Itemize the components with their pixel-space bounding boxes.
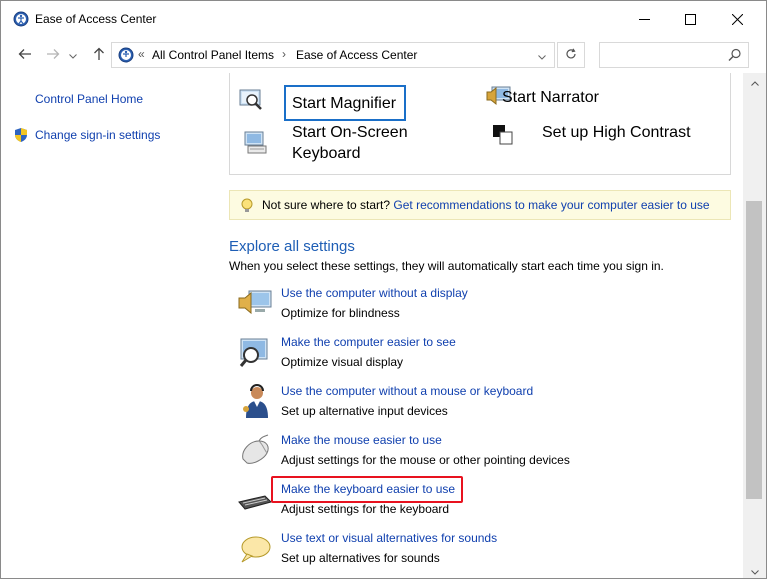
- recent-locations-button[interactable]: [65, 44, 81, 66]
- person-headset-icon: [237, 384, 273, 420]
- explore-all-settings-heading: Explore all settings: [229, 238, 355, 255]
- get-recommendations-link[interactable]: Get recommendations to make your compute…: [393, 198, 709, 212]
- change-sign-in-settings-link[interactable]: Change sign-in settings: [35, 128, 160, 142]
- title-bar: Ease of Access Center: [1, 1, 766, 37]
- minimize-button[interactable]: [621, 1, 667, 37]
- ease-of-access-icon: [13, 11, 29, 27]
- explore-description: When you select these settings, they wil…: [229, 259, 664, 273]
- refresh-icon: [565, 47, 577, 63]
- scroll-thumb[interactable]: [746, 201, 762, 499]
- magnifier-icon: [238, 87, 264, 113]
- breadcrumb-ease-of-access-center[interactable]: Ease of Access Center: [296, 48, 417, 62]
- setting-description: Adjust settings for the mouse or other p…: [281, 453, 570, 467]
- setting-easier-to-see: Make the computer easier to see Optimize…: [233, 333, 733, 377]
- setting-description: Set up alternative input devices: [281, 404, 448, 418]
- address-bar[interactable]: « All Control Panel Items › Ease of Acce…: [111, 42, 555, 68]
- back-arrow-icon: [18, 48, 32, 63]
- maximize-icon: [684, 13, 696, 25]
- address-dropdown-button[interactable]: [534, 48, 550, 64]
- high-contrast-icon: [492, 124, 514, 146]
- start-magnifier-label: Start Magnifier: [292, 95, 397, 112]
- refresh-button[interactable]: [557, 42, 585, 68]
- setting-description: Optimize visual display: [281, 355, 404, 369]
- minimize-icon: [638, 14, 650, 25]
- monitor-magnify-icon: [237, 335, 273, 371]
- forward-button[interactable]: [41, 44, 65, 66]
- set-up-high-contrast-link[interactable]: Set up High Contrast: [542, 122, 691, 143]
- setting-description: Optimize for blindness: [281, 306, 400, 320]
- chevron-down-icon: [538, 49, 546, 63]
- caret-up-icon: [750, 75, 759, 89]
- vertical-scrollbar[interactable]: [743, 73, 766, 578]
- control-panel-icon: [118, 47, 134, 63]
- caret-down-icon: [750, 564, 759, 578]
- close-icon: [731, 13, 743, 25]
- setting-sound-alternatives: Use text or visual alternatives for soun…: [233, 529, 733, 573]
- setting-link[interactable]: Make the mouse easier to use: [281, 433, 442, 447]
- breadcrumb-all-control-panel-items[interactable]: All Control Panel Items: [152, 48, 274, 62]
- up-arrow-icon: [93, 47, 105, 64]
- close-button[interactable]: [714, 1, 760, 37]
- speech-bubble-icon: [237, 531, 273, 567]
- setting-link[interactable]: Use the computer without a display: [281, 286, 468, 300]
- scroll-down-button[interactable]: [743, 562, 766, 578]
- search-box[interactable]: [599, 42, 749, 68]
- chevron-down-icon: [69, 48, 77, 62]
- mouse-icon: [237, 433, 273, 469]
- search-input[interactable]: [604, 46, 724, 64]
- monitor-speaker-icon: [237, 286, 273, 322]
- recommendations-tip-bar: Not sure where to start? Get recommendat…: [229, 190, 731, 220]
- control-panel-home-link[interactable]: Control Panel Home: [35, 92, 143, 106]
- search-icon[interactable]: [728, 48, 742, 62]
- setting-without-mouse-keyboard: Use the computer without a mouse or keyb…: [233, 382, 733, 426]
- start-on-screen-keyboard-line2[interactable]: Keyboard: [292, 143, 361, 164]
- keyboard-link-highlight: [271, 476, 463, 503]
- tip-question: Not sure where to start?: [262, 198, 391, 212]
- window-title: Ease of Access Center: [35, 12, 157, 26]
- setting-description: Adjust settings for the keyboard: [281, 502, 450, 516]
- up-button[interactable]: [87, 44, 111, 66]
- start-narrator-link[interactable]: Start Narrator: [502, 87, 599, 108]
- start-on-screen-keyboard-line1[interactable]: Start On-Screen: [292, 122, 408, 143]
- navigation-bar: « All Control Panel Items › Ease of Acce…: [1, 38, 766, 72]
- scroll-up-button[interactable]: [743, 73, 766, 90]
- start-magnifier-button[interactable]: Start Magnifier: [284, 85, 406, 121]
- shield-icon: [13, 127, 29, 143]
- setting-description: Set up alternatives for sounds: [281, 551, 440, 565]
- breadcrumb-separator[interactable]: ›: [282, 47, 286, 61]
- lightbulb-icon: [240, 198, 254, 214]
- maximize-button[interactable]: [667, 1, 713, 37]
- tip-text: Not sure where to start? Get recommendat…: [262, 198, 710, 212]
- keyboard-icon: [237, 482, 273, 518]
- setting-link[interactable]: Make the computer easier to see: [281, 335, 456, 349]
- setting-link[interactable]: Use text or visual alternatives for soun…: [281, 531, 497, 545]
- ease-of-access-window: Ease of Access Center « All Control Pane…: [0, 0, 767, 579]
- breadcrumb-overflow[interactable]: «: [138, 47, 145, 61]
- left-pane: Control Panel Home Change sign-in settin…: [1, 73, 211, 578]
- setting-mouse-easier: Make the mouse easier to use Adjust sett…: [233, 431, 733, 475]
- setting-without-display: Use the computer without a display Optim…: [233, 284, 733, 328]
- back-button[interactable]: [13, 44, 37, 66]
- forward-arrow-icon: [46, 48, 60, 63]
- on-screen-keyboard-icon: [242, 129, 268, 155]
- setting-link[interactable]: Use the computer without a mouse or keyb…: [281, 384, 533, 398]
